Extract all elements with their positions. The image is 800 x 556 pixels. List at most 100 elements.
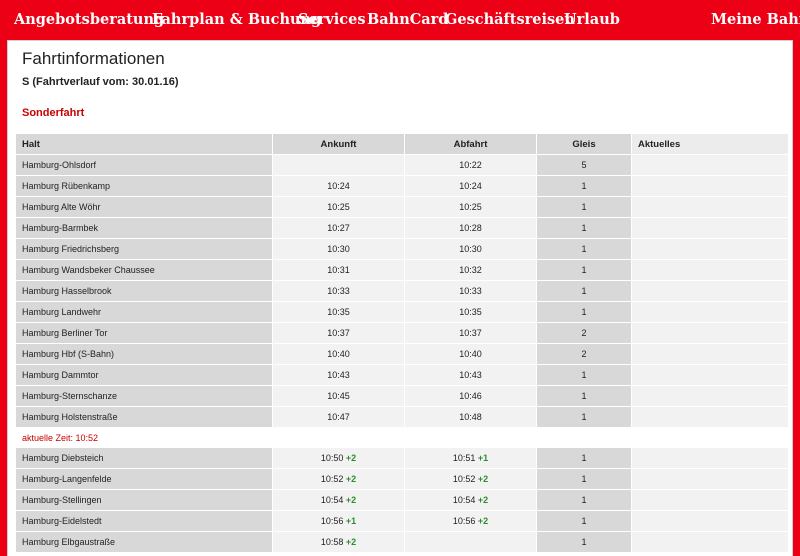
current-info-cell — [631, 364, 789, 386]
platform-cell: 1 — [536, 510, 632, 532]
departure-cell: 10:28 — [404, 217, 537, 239]
departure-cell: 10:25 — [404, 196, 537, 218]
arrival-cell: 10:37 — [272, 322, 405, 344]
table-header-row: Halt Ankunft Abfahrt Gleis Aktuelles — [15, 133, 789, 155]
departure-cell-time: 10:32 — [459, 265, 482, 275]
table-row: Hamburg Hbf (S-Bahn) 10:40 10:40 2 — [15, 343, 789, 365]
arrival-cell-time: 10:52 — [320, 474, 344, 484]
nav-geschaeftsreisen[interactable]: Geschäftsreisen — [445, 11, 575, 28]
arrival-cell: 10:31 — [272, 259, 405, 281]
table-row: Hamburg Diebsteich 10:50 +2 10:51 +1 1 — [15, 447, 789, 469]
current-info-cell — [631, 259, 789, 281]
nav-fahrplan-buchung[interactable]: Fahrplan & Buchung — [152, 11, 321, 28]
table-row: Hamburg Dammtor 10:43 10:43 1 — [15, 364, 789, 386]
table-row: Hamburg-Eidelstedt 10:56 +1 10:56 +2 1 — [15, 510, 789, 532]
departure-cell: 10:52 +2 — [404, 468, 537, 490]
departure-cell-time: 10:43 — [459, 370, 482, 380]
platform-cell: 1 — [536, 364, 632, 386]
current-info-cell — [631, 301, 789, 323]
content-panel: Fahrtinformationen S (Fahrtverlauf vom: … — [7, 40, 793, 556]
arrival-cell-delay: +1 — [345, 516, 357, 526]
table-row: Hamburg-Langenfelde 10:52 +2 10:52 +2 1 — [15, 468, 789, 490]
stop-name: Hamburg Berliner Tor — [15, 322, 273, 344]
platform-cell: 1 — [536, 489, 632, 511]
departure-cell-time: 10:22 — [459, 160, 482, 170]
departure-cell-time: 10:46 — [459, 391, 482, 401]
header-halt: Halt — [15, 133, 273, 155]
stop-name: Hamburg Alte Wöhr — [15, 196, 273, 218]
arrival-cell-time: 10:56 — [320, 516, 344, 526]
header-abfahrt: Abfahrt — [404, 133, 537, 155]
nav-angebotsberatung[interactable]: Angebotsberatung — [14, 11, 164, 28]
special-service-label: Sonderfahrt — [22, 107, 85, 119]
platform-cell: 1 — [536, 280, 632, 302]
table-row: Hamburg Berliner Tor 10:37 10:37 2 — [15, 322, 789, 344]
current-info-cell — [631, 154, 789, 176]
current-time-label: aktuelle Zeit: 10:52 — [15, 427, 789, 448]
platform-cell: 1 — [536, 196, 632, 218]
current-info-cell — [631, 531, 789, 553]
table-row: Hamburg Hasselbrook 10:33 10:33 1 — [15, 280, 789, 302]
platform-cell: 2 — [536, 343, 632, 365]
table-row: Hamburg-Barmbek 10:27 10:28 1 — [15, 217, 789, 239]
table-row: Hamburg Rübenkamp 10:24 10:24 1 — [15, 175, 789, 197]
arrival-cell-delay: +2 — [345, 495, 357, 505]
departure-cell-time: 10:56 — [452, 516, 476, 526]
arrival-cell-time: 10:58 — [320, 537, 344, 547]
table-row: Hamburg-Sternschanze 10:45 10:46 1 — [15, 385, 789, 407]
stop-name: Hamburg Hbf (S-Bahn) — [15, 343, 273, 365]
train-subtitle: S (Fahrtverlauf vom: 30.01.16) — [22, 76, 179, 88]
arrival-cell-time: 10:35 — [327, 307, 350, 317]
arrival-cell-time: 10:47 — [327, 412, 350, 422]
platform-cell: 1 — [536, 301, 632, 323]
departure-cell: 10:35 — [404, 301, 537, 323]
arrival-cell — [272, 154, 405, 176]
arrival-cell: 10:25 — [272, 196, 405, 218]
current-info-cell — [631, 280, 789, 302]
stop-name: Hamburg Rübenkamp — [15, 175, 273, 197]
arrival-cell-time: 10:43 — [327, 370, 350, 380]
current-info-cell — [631, 489, 789, 511]
nav-services[interactable]: Services — [298, 11, 366, 28]
arrival-cell: 10:27 — [272, 217, 405, 239]
departure-cell: 10:40 — [404, 343, 537, 365]
stop-name: Hamburg Elbgaustraße — [15, 531, 273, 553]
departure-cell-time: 10:40 — [459, 349, 482, 359]
arrival-cell: 10:58 +2 — [272, 531, 405, 553]
arrival-cell: 10:24 — [272, 175, 405, 197]
departure-cell: 10:32 — [404, 259, 537, 281]
nav-urlaub[interactable]: Urlaub — [564, 11, 620, 28]
platform-cell: 1 — [536, 406, 632, 428]
platform-cell: 5 — [536, 154, 632, 176]
nav-meine-bahn[interactable]: Meine Bahn — [711, 11, 800, 28]
header-ankunft: Ankunft — [272, 133, 405, 155]
platform-cell: 1 — [536, 468, 632, 490]
departure-cell: 10:46 — [404, 385, 537, 407]
departure-cell-delay: +2 — [477, 516, 489, 526]
arrival-cell-delay: +2 — [345, 453, 357, 463]
stop-name: Hamburg-Barmbek — [15, 217, 273, 239]
platform-cell: 1 — [536, 259, 632, 281]
stop-name: Hamburg Dammtor — [15, 364, 273, 386]
departure-cell: 10:43 — [404, 364, 537, 386]
stop-name: Hamburg Landwehr — [15, 301, 273, 323]
arrival-cell-time: 10:27 — [327, 223, 350, 233]
nav-bahncard[interactable]: BahnCard — [367, 11, 448, 28]
timetable: Halt Ankunft Abfahrt Gleis Aktuelles Ham… — [15, 133, 789, 553]
table-row: Hamburg-Ohlsdorf 10:22 5 — [15, 154, 789, 176]
current-time-row: aktuelle Zeit: 10:52 — [15, 427, 789, 448]
table-row: Hamburg Friedrichsberg 10:30 10:30 1 — [15, 238, 789, 260]
arrival-cell-time: 10:24 — [327, 181, 350, 191]
departure-cell: 10:54 +2 — [404, 489, 537, 511]
arrival-cell: 10:43 — [272, 364, 405, 386]
platform-cell: 2 — [536, 322, 632, 344]
departure-cell — [404, 531, 537, 553]
header-gleis: Gleis — [536, 133, 632, 155]
stop-name: Hamburg-Ohlsdorf — [15, 154, 273, 176]
stop-name: Hamburg Friedrichsberg — [15, 238, 273, 260]
stop-name: Hamburg-Sternschanze — [15, 385, 273, 407]
arrival-cell: 10:56 +1 — [272, 510, 405, 532]
stop-name: Hamburg Hasselbrook — [15, 280, 273, 302]
stop-name: Hamburg-Eidelstedt — [15, 510, 273, 532]
arrival-cell-time: 10:50 — [320, 453, 344, 463]
